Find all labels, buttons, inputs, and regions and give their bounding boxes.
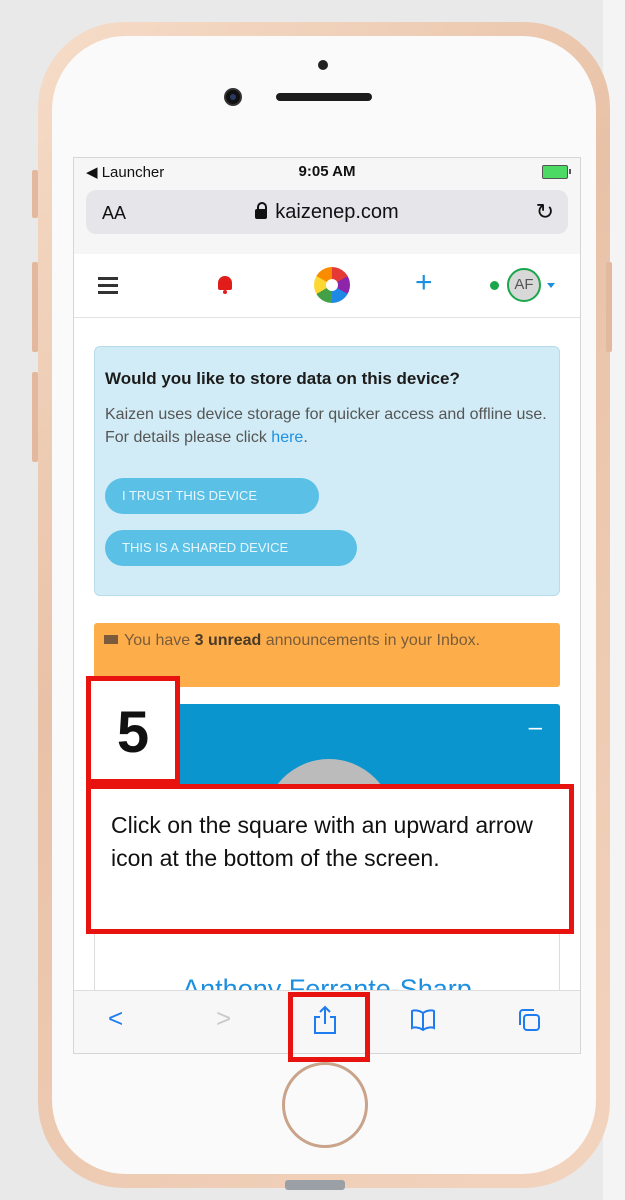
address-bar[interactable]: AA kaizenep.com ↻ xyxy=(86,190,568,234)
envelope-icon xyxy=(104,635,118,644)
kaizen-logo-icon[interactable] xyxy=(314,267,350,303)
book-icon[interactable] xyxy=(410,1009,436,1031)
home-button[interactable] xyxy=(282,1062,368,1148)
trust-device-button[interactable]: I TRUST THIS DEVICE xyxy=(105,478,319,514)
reload-icon[interactable]: ↻ xyxy=(536,199,554,225)
status-bar: ◀ Launcher 9:05 AM xyxy=(74,158,580,184)
inbox-alert-prefix: You have xyxy=(124,632,195,649)
bell-icon[interactable] xyxy=(218,276,232,294)
lock-icon xyxy=(255,202,268,219)
online-status-dot xyxy=(490,281,499,290)
details-link[interactable]: here xyxy=(271,429,303,446)
app-navbar: + AF xyxy=(74,254,580,318)
proximity-sensor xyxy=(318,60,328,70)
status-time: 9:05 AM xyxy=(298,163,356,180)
step-number: 5 xyxy=(116,700,150,765)
shared-device-button[interactable]: THIS IS A SHARED DEVICE xyxy=(105,530,357,566)
unread-count: 3 unread xyxy=(194,632,262,649)
instruction-box: Click on the square with an upward arrow… xyxy=(86,784,574,934)
browser-address-area: AA kaizenep.com ↻ xyxy=(74,184,580,255)
instruction-text: Click on the square with an upward arrow… xyxy=(111,812,533,871)
power-button xyxy=(606,262,612,352)
front-camera xyxy=(226,90,240,104)
plus-icon[interactable]: + xyxy=(415,266,433,300)
storage-prompt-text: Kaizen uses device storage for quicker a… xyxy=(105,403,549,449)
share-button-highlight xyxy=(288,992,370,1062)
forward-button[interactable]: > xyxy=(216,1003,231,1034)
storage-prompt-body: Kaizen uses device storage for quicker a… xyxy=(105,406,547,446)
domain-text: kaizenep.com xyxy=(275,201,399,223)
battery-icon xyxy=(542,165,571,179)
hamburger-icon[interactable] xyxy=(98,277,118,294)
mute-switch xyxy=(32,170,38,218)
collapse-card-button[interactable]: – xyxy=(529,714,542,742)
storage-prompt-title: Would you like to store data on this dev… xyxy=(105,369,460,388)
tabs-icon[interactable] xyxy=(516,1007,542,1033)
storage-prompt-body-end: . xyxy=(303,429,308,446)
inbox-alert-suffix: announcements in your Inbox. xyxy=(261,632,481,649)
earpiece-speaker xyxy=(276,93,372,101)
back-button[interactable]: < xyxy=(108,1003,123,1034)
address-domain: kaizenep.com xyxy=(86,201,568,224)
storage-prompt: Would you like to store data on this dev… xyxy=(94,346,560,596)
lightning-port xyxy=(285,1180,345,1190)
user-avatar[interactable]: AF xyxy=(507,268,541,302)
step-number-box: 5 xyxy=(86,676,180,784)
volume-down-button xyxy=(32,372,38,462)
chevron-down-icon[interactable] xyxy=(547,283,555,288)
volume-up-button xyxy=(32,262,38,352)
